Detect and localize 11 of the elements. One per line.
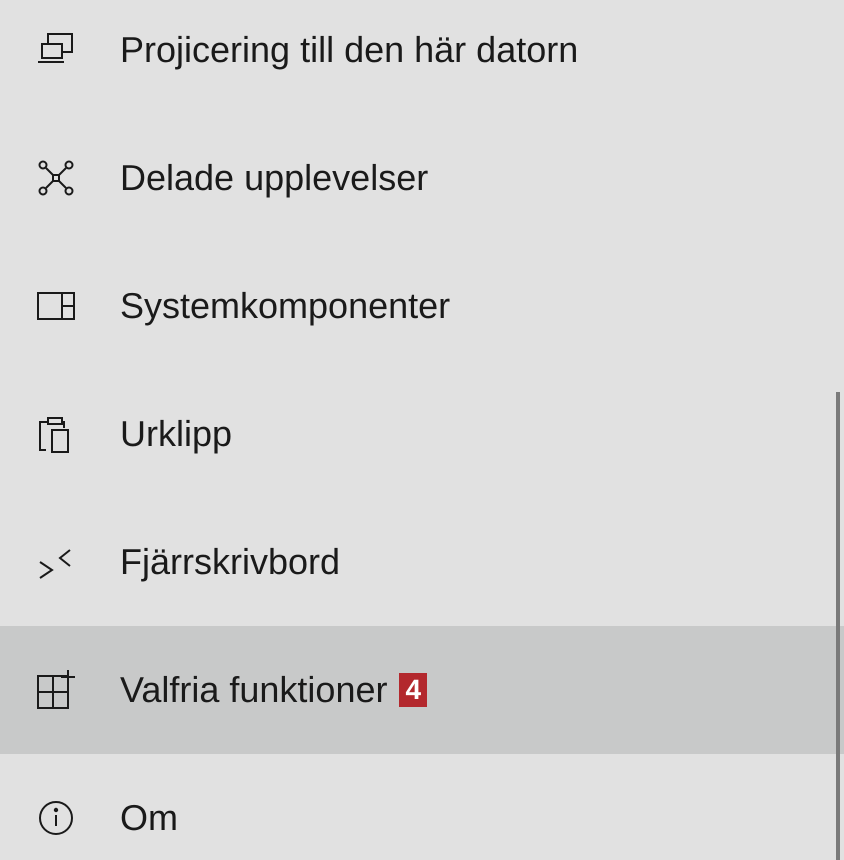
item-label: Projicering till den här datorn [120, 28, 578, 72]
number-badge: 4 [399, 673, 428, 707]
item-label: Valfria funktioner [120, 668, 388, 712]
item-label: Delade upplevelser [120, 156, 428, 200]
item-label: Om [120, 796, 178, 840]
scrollbar[interactable] [836, 392, 840, 860]
item-label: Fjärrskrivbord [120, 540, 340, 584]
item-label: Urklipp [120, 412, 232, 456]
sidebar-item[interactable]: Valfria funktioner 4 [0, 626, 844, 754]
item-label: Systemkomponenter [120, 284, 450, 328]
grid-plus-icon [34, 668, 78, 712]
